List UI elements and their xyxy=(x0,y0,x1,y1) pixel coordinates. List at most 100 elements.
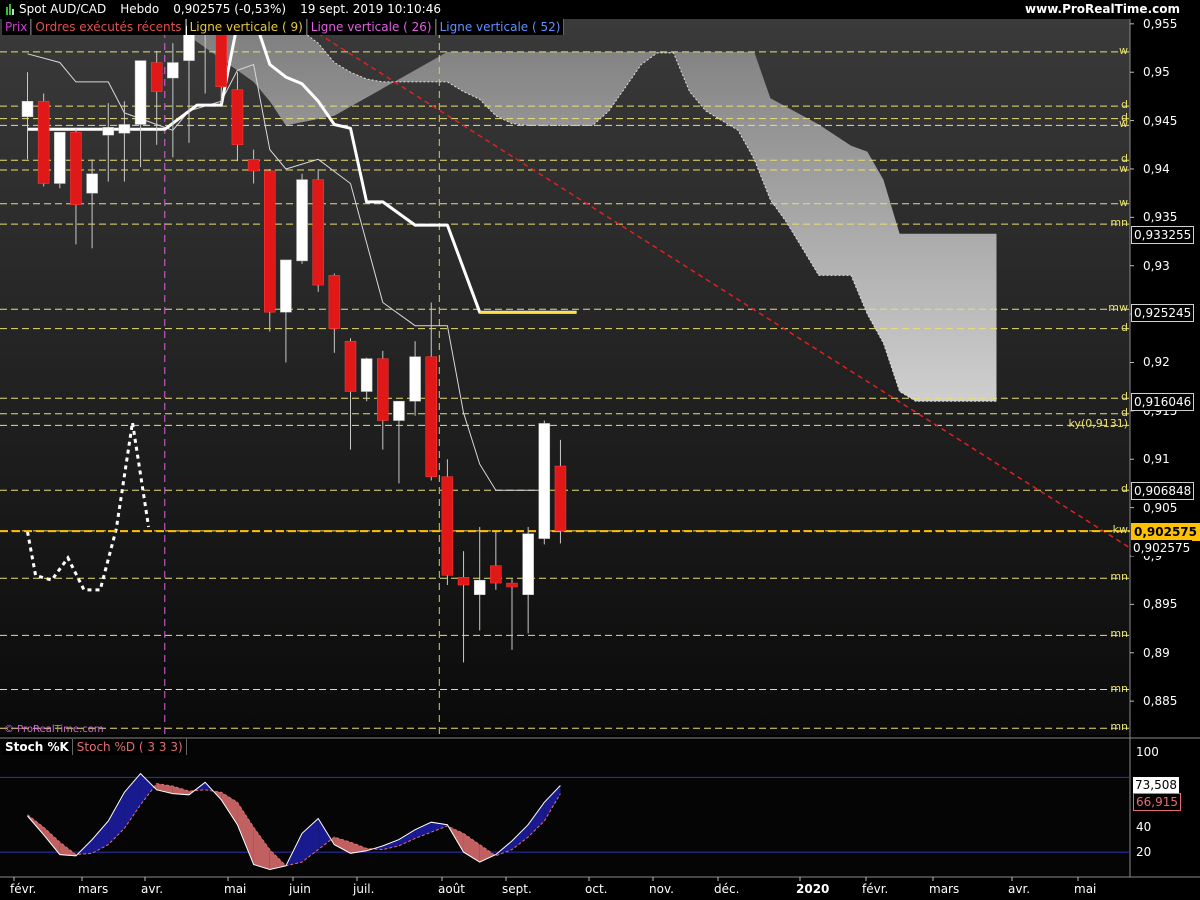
candle-29 xyxy=(490,531,502,590)
stoch-fill xyxy=(479,844,495,863)
candle-body xyxy=(247,159,260,172)
price-axis-label: 0,94 xyxy=(1143,161,1170,176)
stoch-axis-label: 20 xyxy=(1136,845,1152,860)
stoch-fill xyxy=(415,822,432,839)
time-axis-label: nov. xyxy=(649,882,674,896)
level-tag: mw xyxy=(1108,301,1128,315)
time-axis-label: févr. xyxy=(862,882,889,896)
timeframe-label[interactable]: Hebdo xyxy=(120,2,159,16)
candle-5 xyxy=(102,103,114,182)
time-axis-label: juin xyxy=(289,882,311,896)
candle-27 xyxy=(457,551,470,663)
stoch-fill xyxy=(221,792,238,825)
candle-body xyxy=(70,131,82,206)
candle-14 xyxy=(247,149,260,184)
candle-body xyxy=(425,356,437,477)
price-legend-item: Ligne verticale ( 26) xyxy=(307,19,436,35)
cloud-upper-edge xyxy=(164,19,997,402)
candle-4 xyxy=(86,159,98,249)
chart-area[interactable] xyxy=(0,0,1200,900)
level-tag: kw xyxy=(1112,522,1128,536)
candle-body xyxy=(280,259,292,313)
stoch-fill xyxy=(544,785,561,821)
stoch-fill xyxy=(528,802,545,838)
candle-30 xyxy=(506,579,518,650)
candle-body xyxy=(441,476,454,576)
level-tag: d xyxy=(1121,320,1128,334)
stoch-fill xyxy=(77,839,93,855)
price-value-tag: 0,933255 xyxy=(1131,226,1195,245)
price-axis-label: 0,945 xyxy=(1143,113,1178,128)
candle-body xyxy=(21,100,34,117)
price-value-tag: 0,925245 xyxy=(1131,303,1195,322)
price-change: 0,902575 (-0,53%) xyxy=(173,2,287,16)
symbol-name[interactable]: Spot AUD/CAD xyxy=(19,2,106,16)
candle-body xyxy=(86,173,98,194)
price-axis-label: 0,91 xyxy=(1143,452,1170,467)
level-tag: w xyxy=(1119,195,1128,209)
time-axis-label: août xyxy=(438,882,466,896)
stoch-d-value-tag: 66,915 xyxy=(1133,792,1181,811)
price-value-tag: 0,916046 xyxy=(1131,392,1195,411)
level-tag: d xyxy=(1121,390,1128,404)
price-axis-label: 0,955 xyxy=(1143,16,1178,31)
stoch-fill xyxy=(447,824,449,827)
candle-body xyxy=(393,400,405,421)
price-value-tag: 0,902575 xyxy=(1131,540,1193,557)
candle-1 xyxy=(37,93,50,187)
stoch-d-line xyxy=(27,783,561,867)
candle-body xyxy=(37,100,50,184)
stoch-plot xyxy=(0,772,1130,871)
stoch-fill xyxy=(92,820,109,854)
stoch-fill xyxy=(43,827,60,855)
candle-6 xyxy=(118,101,131,182)
price-axis-label: 0,89 xyxy=(1143,645,1170,660)
level-tag: d xyxy=(1121,482,1128,496)
level-tag: w xyxy=(1119,117,1128,131)
candle-20 xyxy=(344,338,357,450)
level-tag: w xyxy=(1119,161,1128,175)
price-legend-item: Ligne verticale ( 52) xyxy=(436,19,565,35)
candle-body xyxy=(264,170,276,313)
candle-9 xyxy=(167,43,179,158)
candle-7 xyxy=(134,60,147,168)
candle-13 xyxy=(231,72,244,162)
candle-19 xyxy=(328,273,341,353)
candle-24 xyxy=(409,341,421,416)
candle-body xyxy=(215,31,228,87)
stoch-k-line xyxy=(27,772,561,871)
stoch-fill xyxy=(494,854,496,856)
time-axis-label: avr. xyxy=(1008,882,1031,896)
candle-15 xyxy=(264,168,276,332)
candle-22 xyxy=(377,350,389,450)
price-axis-label: 0,905 xyxy=(1143,500,1178,515)
stoch-fill xyxy=(302,818,319,863)
stoch-fill xyxy=(285,833,303,866)
stoch-fill xyxy=(350,842,367,854)
stoch-fill xyxy=(172,786,189,795)
stoch-fill xyxy=(366,848,374,851)
datetime-label: 19 sept. 2019 10:10:46 xyxy=(300,2,441,16)
stoch-fill xyxy=(512,824,529,850)
dotted-indicator-line xyxy=(26,422,151,592)
stoch-fill xyxy=(269,849,286,870)
candle-body xyxy=(134,60,147,125)
price-legend-item: Ordres exécutés récents xyxy=(32,19,186,35)
time-axis-label: juil. xyxy=(353,882,375,896)
stoch-panel-bg xyxy=(0,740,1130,877)
time-axis-label: mars xyxy=(78,882,109,896)
price-legend-item: Prix xyxy=(2,19,32,35)
candle-body xyxy=(457,577,470,586)
stoch-legend-item: Stoch %D ( 3 3 3) xyxy=(73,739,187,755)
candle-body xyxy=(312,179,324,286)
stoch-fill xyxy=(156,783,173,794)
time-axis-label: févr. xyxy=(10,882,37,896)
top-bar: Spot AUD/CAD Hebdo 0,902575 (-0,53%) 19 sep… xyxy=(0,0,1200,19)
candle-0 xyxy=(21,72,34,160)
price-legend-item: Ligne verticale ( 9) xyxy=(186,19,307,35)
candle-body xyxy=(377,358,389,421)
stoch-fill xyxy=(140,773,155,805)
chart-bars-icon xyxy=(6,4,14,15)
candle-16 xyxy=(280,259,292,363)
stoch-fill xyxy=(194,782,206,791)
